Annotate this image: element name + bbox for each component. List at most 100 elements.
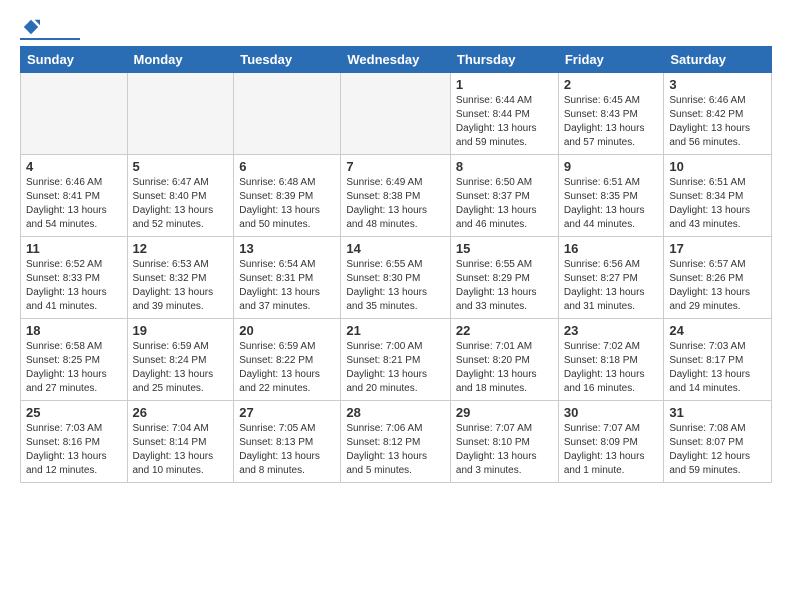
day-number: 16 [564, 241, 659, 256]
calendar-cell: 24 Sunrise: 7:03 AMSunset: 8:17 PMDayligh… [664, 319, 772, 401]
logo-divider [20, 38, 80, 40]
calendar-cell: 30 Sunrise: 7:07 AMSunset: 8:09 PMDayligh… [558, 401, 664, 483]
calendar-cell: 12 Sunrise: 6:53 AMSunset: 8:32 PMDayligh… [127, 237, 234, 319]
calendar-cell: 27Sunrise: 7:05 AMSunset: 8:13 PMDayligh… [234, 401, 341, 483]
calendar-cell: 8 Sunrise: 6:50 AMSunset: 8:37 PMDaylight… [450, 155, 558, 237]
day-info: Sunrise: 7:07 AMSunset: 8:09 PMDaylight:… [564, 422, 659, 478]
calendar-cell: 23Sunrise: 7:02 AMSunset: 8:18 PMDayligh… [558, 319, 664, 401]
day-number: 15 [456, 241, 553, 256]
calendar-cell: 18 Sunrise: 6:58 AMSunset: 8:25 PMDayligh… [21, 319, 128, 401]
calendar-cell: 11 Sunrise: 6:52 AMSunset: 8:33 PMDayligh… [21, 237, 128, 319]
day-number: 12 [133, 241, 229, 256]
day-info: Sunrise: 7:03 AMSunset: 8:17 PMDaylight:… [669, 340, 766, 396]
day-info: Sunrise: 6:57 AMSunset: 8:26 PMDaylight:… [669, 258, 766, 314]
calendar-cell: 1 Sunrise: 6:44 AMSunset: 8:44 PMDaylight… [450, 73, 558, 155]
day-info: Sunrise: 6:59 AMSunset: 8:24 PMDaylight:… [133, 340, 229, 396]
calendar-week-2: 4 Sunrise: 6:46 AMSunset: 8:41 PMDaylight… [21, 155, 772, 237]
day-info: Sunrise: 7:06 AMSunset: 8:12 PMDaylight:… [346, 422, 445, 478]
day-number: 11 [26, 241, 122, 256]
calendar-cell: 9 Sunrise: 6:51 AMSunset: 8:35 PMDaylight… [558, 155, 664, 237]
day-number: 26 [133, 405, 229, 420]
calendar-cell: 13 Sunrise: 6:54 AMSunset: 8:31 PMDayligh… [234, 237, 341, 319]
day-info: Sunrise: 6:53 AMSunset: 8:32 PMDaylight:… [133, 258, 229, 314]
day-info: Sunrise: 6:54 AMSunset: 8:31 PMDaylight:… [239, 258, 335, 314]
day-info: Sunrise: 6:46 AMSunset: 8:42 PMDaylight:… [669, 94, 766, 150]
calendar-header-thursday: Thursday [450, 47, 558, 73]
day-info: Sunrise: 6:55 AMSunset: 8:30 PMDaylight:… [346, 258, 445, 314]
calendar-cell: 7Sunrise: 6:49 AMSunset: 8:38 PMDaylight… [341, 155, 451, 237]
day-info: Sunrise: 6:51 AMSunset: 8:34 PMDaylight:… [669, 176, 766, 232]
day-info: Sunrise: 6:58 AMSunset: 8:25 PMDaylight:… [26, 340, 122, 396]
day-info: Sunrise: 7:00 AMSunset: 8:21 PMDaylight:… [346, 340, 445, 396]
calendar-cell: 10 Sunrise: 6:51 AMSunset: 8:34 PMDayligh… [664, 155, 772, 237]
day-number: 1 [456, 77, 553, 92]
day-number: 24 [669, 323, 766, 338]
calendar-cell: 15 Sunrise: 6:55 AMSunset: 8:29 PMDayligh… [450, 237, 558, 319]
day-number: 6 [239, 159, 335, 174]
calendar-header-sunday: Sunday [21, 47, 128, 73]
calendar-header-tuesday: Tuesday [234, 47, 341, 73]
day-number: 29 [456, 405, 553, 420]
calendar-header-saturday: Saturday [664, 47, 772, 73]
day-info: Sunrise: 7:07 AMSunset: 8:10 PMDaylight:… [456, 422, 553, 478]
calendar-cell: 29 Sunrise: 7:07 AMSunset: 8:10 PMDayligh… [450, 401, 558, 483]
day-number: 17 [669, 241, 766, 256]
day-number: 13 [239, 241, 335, 256]
page: SundayMondayTuesdayWednesdayThursdayFrid… [0, 0, 792, 493]
day-info: Sunrise: 6:52 AMSunset: 8:33 PMDaylight:… [26, 258, 122, 314]
day-number: 4 [26, 159, 122, 174]
day-info: Sunrise: 7:03 AMSunset: 8:16 PMDaylight:… [26, 422, 122, 478]
day-number: 14 [346, 241, 445, 256]
calendar-cell: 20 Sunrise: 6:59 AMSunset: 8:22 PMDayligh… [234, 319, 341, 401]
day-info: Sunrise: 7:04 AMSunset: 8:14 PMDaylight:… [133, 422, 229, 478]
day-number: 20 [239, 323, 335, 338]
day-info: Sunrise: 6:55 AMSunset: 8:29 PMDaylight:… [456, 258, 553, 314]
calendar-week-5: 25 Sunrise: 7:03 AMSunset: 8:16 PMDayligh… [21, 401, 772, 483]
logo-icon [22, 18, 40, 36]
calendar-cell: 28 Sunrise: 7:06 AMSunset: 8:12 PMDayligh… [341, 401, 451, 483]
day-number: 8 [456, 159, 553, 174]
day-info: Sunrise: 7:01 AMSunset: 8:20 PMDaylight:… [456, 340, 553, 396]
day-number: 10 [669, 159, 766, 174]
day-number: 18 [26, 323, 122, 338]
day-info: Sunrise: 6:51 AMSunset: 8:35 PMDaylight:… [564, 176, 659, 232]
calendar-header-wednesday: Wednesday [341, 47, 451, 73]
day-info: Sunrise: 6:44 AMSunset: 8:44 PMDaylight:… [456, 94, 553, 150]
day-info: Sunrise: 7:05 AMSunset: 8:13 PMDaylight:… [239, 422, 335, 478]
day-number: 25 [26, 405, 122, 420]
day-info: Sunrise: 6:59 AMSunset: 8:22 PMDaylight:… [239, 340, 335, 396]
calendar-header-monday: Monday [127, 47, 234, 73]
header [20, 18, 772, 40]
calendar-cell [234, 73, 341, 155]
calendar-cell: 31 Sunrise: 7:08 AMSunset: 8:07 PMDayligh… [664, 401, 772, 483]
logo [20, 18, 80, 40]
calendar-cell: 16 Sunrise: 6:56 AMSunset: 8:27 PMDayligh… [558, 237, 664, 319]
day-number: 5 [133, 159, 229, 174]
calendar-cell [21, 73, 128, 155]
day-info: Sunrise: 6:56 AMSunset: 8:27 PMDaylight:… [564, 258, 659, 314]
calendar-cell: 2Sunrise: 6:45 AMSunset: 8:43 PMDaylight… [558, 73, 664, 155]
calendar-cell: 5Sunrise: 6:47 AMSunset: 8:40 PMDaylight… [127, 155, 234, 237]
calendar-header-friday: Friday [558, 47, 664, 73]
calendar-cell: 4 Sunrise: 6:46 AMSunset: 8:41 PMDaylight… [21, 155, 128, 237]
day-number: 3 [669, 77, 766, 92]
day-number: 7 [346, 159, 445, 174]
day-number: 28 [346, 405, 445, 420]
day-number: 19 [133, 323, 229, 338]
day-number: 23 [564, 323, 659, 338]
calendar: SundayMondayTuesdayWednesdayThursdayFrid… [20, 46, 772, 483]
calendar-cell: 3 Sunrise: 6:46 AMSunset: 8:42 PMDaylight… [664, 73, 772, 155]
day-number: 9 [564, 159, 659, 174]
calendar-week-3: 11 Sunrise: 6:52 AMSunset: 8:33 PMDayligh… [21, 237, 772, 319]
calendar-cell: 14 Sunrise: 6:55 AMSunset: 8:30 PMDayligh… [341, 237, 451, 319]
calendar-cell: 17 Sunrise: 6:57 AMSunset: 8:26 PMDayligh… [664, 237, 772, 319]
day-info: Sunrise: 6:45 AMSunset: 8:43 PMDaylight:… [564, 94, 659, 150]
day-info: Sunrise: 6:46 AMSunset: 8:41 PMDaylight:… [26, 176, 122, 232]
day-info: Sunrise: 7:08 AMSunset: 8:07 PMDaylight:… [669, 422, 766, 478]
calendar-cell [341, 73, 451, 155]
day-number: 30 [564, 405, 659, 420]
calendar-week-4: 18 Sunrise: 6:58 AMSunset: 8:25 PMDayligh… [21, 319, 772, 401]
day-number: 31 [669, 405, 766, 420]
day-info: Sunrise: 6:50 AMSunset: 8:37 PMDaylight:… [456, 176, 553, 232]
day-number: 21 [346, 323, 445, 338]
